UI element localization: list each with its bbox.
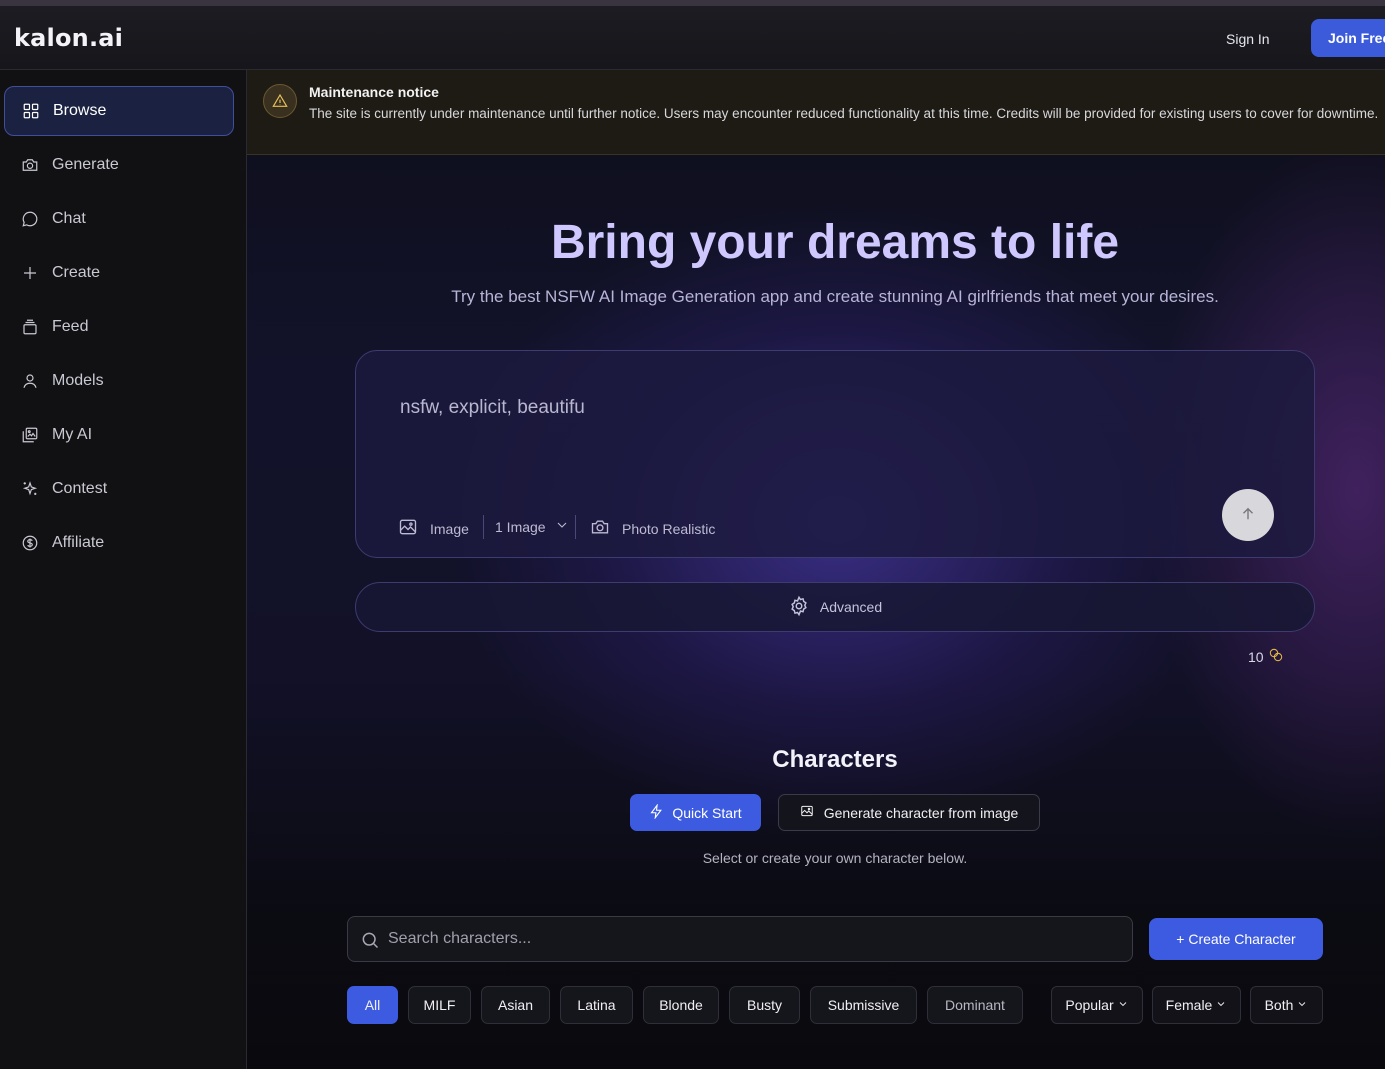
logo[interactable]: kalon.ai [14,24,123,52]
sidebar-item-models[interactable]: Models [4,356,234,406]
sidebar-item-contest[interactable]: Contest [4,464,234,514]
hero-title: Bring your dreams to life [550,216,1120,269]
filter-chip-submissive[interactable]: Submissive [810,986,917,1024]
hero-subtitle: Try the best NSFW AI Image Generation ap… [451,287,1219,306]
toolbar-divider [483,515,484,539]
join-free-button[interactable]: Join Free [1311,19,1385,57]
sort-dropdown[interactable]: Popular [1051,986,1143,1024]
sidebar-item-label: Feed [52,318,89,335]
generate-from-image-label: Generate character from image [823,804,1019,821]
image-count-label: 1 Image [495,518,546,535]
top-header: kalon.ai Sign In Join Free [0,6,1385,70]
sidebar-item-label: Models [52,372,104,389]
sidebar-item-label: Generate [52,156,119,173]
notice-title: Maintenance notice [309,84,439,100]
sidebar-item-browse[interactable]: Browse [4,86,234,136]
sidebar-item-label: My AI [52,426,93,443]
filter-chip-dominant[interactable]: Dominant [927,986,1023,1024]
sign-in-button[interactable]: Sign In [1226,28,1270,50]
credits-count: 10 [1248,648,1264,665]
style-filter-label: Both [1264,997,1294,1013]
camera-icon [590,517,610,540]
chevron-down-icon [554,517,570,536]
chat-bubble-icon [20,209,40,229]
notice-body: The site is currently under maintenance … [309,106,1379,121]
prompt-box[interactable]: nsfw, explicit, beautifu Image 1 Image P… [355,350,1315,558]
gallery-icon [20,425,40,445]
filter-chip-asian[interactable]: Asian [481,986,550,1024]
sparkle-icon [20,479,40,499]
sidebar-item-my-ai[interactable]: My AI [4,410,234,460]
quick-start-label: Quick Start [672,804,742,821]
sidebar-item-create[interactable]: Create [4,248,234,298]
characters-hint: Select or create your own character belo… [702,850,968,866]
camera-icon [20,155,40,175]
maintenance-notice: Maintenance notice The site is currently… [247,70,1385,155]
generate-from-image-button[interactable]: Generate character from image [778,794,1040,831]
gender-dropdown[interactable]: Female [1152,986,1241,1024]
sidebar-item-feed[interactable]: Feed [4,302,234,352]
user-icon [20,371,40,391]
sort-label: Popular [1065,997,1114,1013]
style-label: Photo Realistic [622,520,716,537]
image-mode-label: Image [430,520,469,537]
sidebar-item-label: Affiliate [52,534,105,551]
sidebar-item-label: Browse [53,102,107,119]
characters-title: Characters [772,746,898,773]
filter-chip-latina[interactable]: Latina [560,986,633,1024]
create-character-button[interactable]: + Create Character [1149,918,1323,960]
main-content: Maintenance notice The site is currently… [247,70,1385,1069]
chevron-down-icon [1212,997,1227,1013]
sidebar-item-generate[interactable]: Generate [4,140,234,190]
character-search[interactable] [347,916,1133,962]
filter-chip-milf[interactable]: MILF [408,986,471,1024]
gear-icon [788,595,820,620]
search-input[interactable] [388,917,1118,961]
filter-chip-all[interactable]: All [347,986,398,1024]
grid-icon [21,101,41,121]
prompt-input[interactable]: nsfw, explicit, beautifu [400,397,585,419]
advanced-label: Advanced [819,599,883,615]
coins-icon [1264,647,1284,666]
advanced-button[interactable]: Advanced [355,582,1315,632]
style-button[interactable]: Photo Realistic [590,517,715,540]
sidebar-item-label: Create [52,264,101,281]
chevron-down-icon [1114,997,1129,1013]
lightning-icon [649,802,672,822]
gender-label: Female [1165,997,1213,1013]
sidebar-item-chat[interactable]: Chat [4,194,234,244]
sidebar-item-affiliate[interactable]: Affiliate [4,518,234,568]
arrow-up-icon [1239,505,1257,526]
filter-chip-busty[interactable]: Busty [729,986,800,1024]
sidebar-item-label: Contest [52,480,108,497]
style-dropdown[interactable]: Both [1250,986,1323,1024]
dollar-circle-icon [20,533,40,553]
submit-prompt-button[interactable] [1222,489,1274,541]
quick-start-button[interactable]: Quick Start [630,794,761,831]
image-icon [800,804,824,821]
chevron-down-icon [1293,997,1308,1013]
image-count-dropdown[interactable]: 1 Image [495,517,570,536]
plus-icon [20,263,40,283]
sidebar-item-label: Chat [52,210,86,227]
toolbar-divider [575,515,576,539]
sidebar: Browse Generate Chat Create Feed Models … [0,70,247,1069]
stack-icon [20,317,40,337]
image-mode-button[interactable]: Image [398,517,469,540]
credits-indicator: 10 [1248,647,1284,666]
filter-chip-blonde[interactable]: Blonde [643,986,719,1024]
image-icon [398,517,418,540]
warning-icon [263,84,297,118]
